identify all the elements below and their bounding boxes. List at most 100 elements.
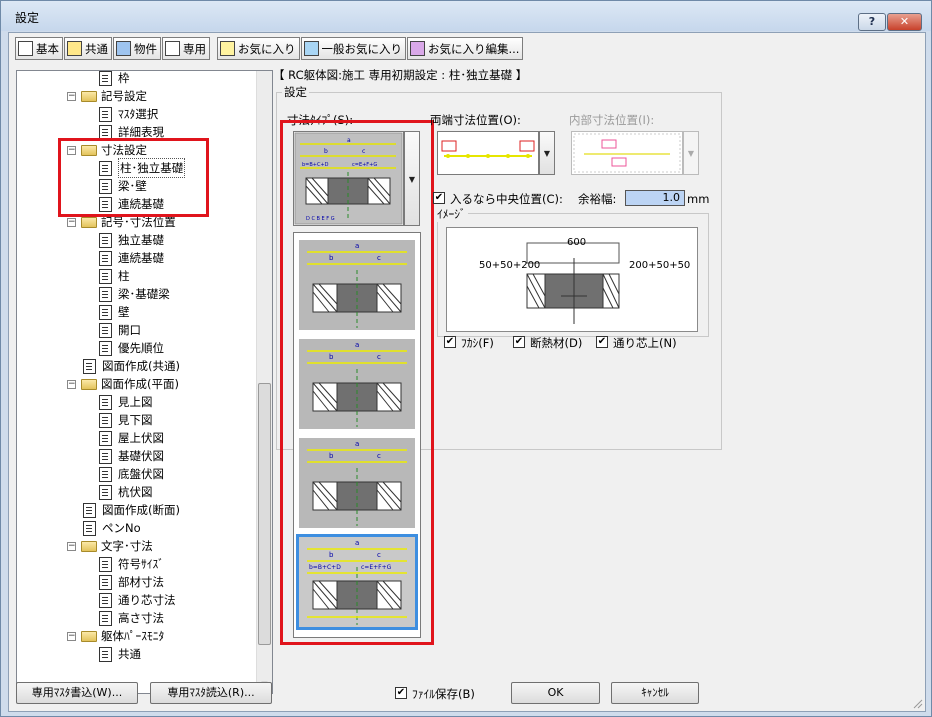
collapse-icon[interactable]: − xyxy=(67,91,76,101)
document-icon xyxy=(99,556,112,572)
tree-item[interactable]: 屋上伏図 xyxy=(99,429,164,447)
tree-item[interactable]: 見下図 xyxy=(99,411,153,429)
tree-item-label: 枠 xyxy=(118,71,130,85)
tree-item[interactable]: 優先順位 xyxy=(99,339,164,357)
gridline-checkbox[interactable]: ✔ xyxy=(596,336,608,348)
both-ends-combo[interactable] xyxy=(437,131,539,175)
tree-item[interactable]: − 躯体ﾊﾟｰｽﾓﾆﾀ xyxy=(67,627,164,645)
favorites-button[interactable]: お気に入り xyxy=(217,37,300,60)
property-button[interactable]: 物件 xyxy=(113,37,161,60)
tree-item-label: 高さ寸法 xyxy=(118,611,164,625)
scrollbar-thumb[interactable] xyxy=(258,383,271,645)
tree-item[interactable]: − 記号設定 xyxy=(67,87,147,105)
tree-item-label: 部材寸法 xyxy=(118,575,164,589)
inner-dim-combo[interactable] xyxy=(571,131,683,175)
document-icon xyxy=(99,484,112,500)
collapse-icon[interactable]: − xyxy=(67,379,76,389)
margin-unit: mm xyxy=(687,192,710,206)
tree-highlight-box xyxy=(58,138,209,217)
document-icon xyxy=(99,322,112,338)
tree-item[interactable]: 共通 xyxy=(99,645,141,663)
tree-item-label: 梁･基礎梁 xyxy=(118,287,170,301)
close-button[interactable]: ✕ xyxy=(887,13,922,31)
collapse-icon[interactable]: − xyxy=(67,541,76,551)
document-icon xyxy=(99,106,112,122)
tree-item-label: 屋上伏図 xyxy=(118,431,164,445)
cancel-button[interactable]: ｷｬﾝｾﾙ xyxy=(611,682,699,704)
tree-item[interactable]: 図面作成(共通) xyxy=(83,357,180,375)
folder-icon xyxy=(81,216,97,228)
tree-item-label: 見下図 xyxy=(118,413,153,427)
collapse-icon[interactable]: − xyxy=(67,217,76,227)
tree-item[interactable]: 柱 xyxy=(99,267,130,285)
document-icon xyxy=(99,448,112,464)
document-icon xyxy=(99,412,112,428)
image-group-label: ｲﾒｰｼﾞ xyxy=(435,206,468,222)
gridline-label: 通り芯上(N) xyxy=(613,336,677,350)
tree-item-label: 見上図 xyxy=(118,395,153,409)
both-ends-dropdown[interactable]: ▼ xyxy=(539,131,555,175)
house-icon xyxy=(116,41,131,56)
tree-item[interactable]: 独立基礎 xyxy=(99,231,164,249)
globe-icon xyxy=(303,41,319,56)
edit-favorites-button[interactable]: お気に入り編集... xyxy=(407,37,524,60)
tree-item-label: 優先順位 xyxy=(118,341,164,355)
file-save-checkbox[interactable]: ✔ xyxy=(395,687,407,699)
tree-item[interactable]: 梁･基礎梁 xyxy=(99,285,170,303)
tree-scrollbar[interactable]: ▼ xyxy=(256,71,272,693)
tree-item[interactable]: 底盤伏図 xyxy=(99,465,164,483)
tree-item[interactable]: 基礎伏図 xyxy=(99,447,164,465)
image-left-label: 50+50+200 xyxy=(479,260,541,271)
tree-item-label: 躯体ﾊﾟｰｽﾓﾆﾀ xyxy=(101,629,165,643)
write-master-button[interactable]: 専用ﾏｽﾀ書込(W)... xyxy=(16,682,138,704)
dedicated-button[interactable]: 専用 xyxy=(162,37,210,60)
tree-item-label: 壁 xyxy=(118,305,130,319)
help-button[interactable]: ? xyxy=(858,13,886,31)
basic-button[interactable]: 基本 xyxy=(15,37,63,60)
tree-item[interactable]: 杭伏図 xyxy=(99,483,153,501)
insulation-checkbox[interactable]: ✔ xyxy=(513,336,525,348)
tree-item[interactable]: 通り芯寸法 xyxy=(99,591,176,609)
margin-input[interactable]: 1.0 xyxy=(625,190,685,206)
tree-item[interactable]: − 文字･寸法 xyxy=(67,537,153,555)
document-icon xyxy=(165,41,180,56)
common-button[interactable]: 共通 xyxy=(64,37,112,60)
document-icon xyxy=(99,430,112,446)
document-icon xyxy=(99,268,112,284)
tree-item-label: 文字･寸法 xyxy=(101,539,153,553)
general-favorites-button[interactable]: 一般お気に入り xyxy=(300,37,406,60)
tree-item[interactable]: 見上図 xyxy=(99,393,153,411)
tree-item-label: 連続基礎 xyxy=(118,251,164,265)
read-master-button[interactable]: 専用ﾏｽﾀ読込(R)... xyxy=(150,682,272,704)
ok-button[interactable]: OK xyxy=(511,682,600,704)
folder-icon xyxy=(81,630,97,642)
tree-item[interactable]: − 図面作成(平面) xyxy=(67,375,179,393)
document-icon xyxy=(83,520,96,536)
inner-dim-dropdown[interactable]: ▼ xyxy=(683,131,699,175)
tree-item[interactable]: 開口 xyxy=(99,321,141,339)
tree-item[interactable]: 連続基礎 xyxy=(99,249,164,267)
tree-item[interactable]: 壁 xyxy=(99,303,130,321)
page-heading: 【 RC躯体図:施工 専用初期設定 : 柱･独立基礎 】 xyxy=(273,68,528,82)
document-icon xyxy=(99,71,112,86)
tree-item[interactable]: 枠 xyxy=(99,71,130,87)
document-icon xyxy=(99,250,112,266)
tree-item[interactable]: 符号ｻｲｽﾞ xyxy=(99,555,164,573)
file-save-label: ﾌｧｲﾙ保存(B) xyxy=(412,687,475,701)
tree-item[interactable]: 部材寸法 xyxy=(99,573,164,591)
folder-icon xyxy=(81,378,97,390)
collapse-icon[interactable]: − xyxy=(67,631,76,641)
document-icon xyxy=(99,466,112,482)
fukashi-checkbox[interactable]: ✔ xyxy=(444,336,456,348)
tree-item[interactable]: ペンNo xyxy=(83,519,141,537)
tree-item[interactable]: 高さ寸法 xyxy=(99,609,164,627)
tree-item[interactable]: ﾏｽﾀ選択 xyxy=(99,105,158,123)
list-icon xyxy=(67,41,82,56)
tree-item-label: 共通 xyxy=(118,647,141,661)
tree-item-label: 底盤伏図 xyxy=(118,467,164,481)
center-position-checkbox[interactable]: ✔ xyxy=(433,192,445,204)
document-icon xyxy=(99,592,112,608)
resize-grip-icon[interactable] xyxy=(911,697,923,709)
tree-item[interactable]: 図面作成(断面) xyxy=(83,501,180,519)
window-title: 設定 xyxy=(15,11,40,25)
